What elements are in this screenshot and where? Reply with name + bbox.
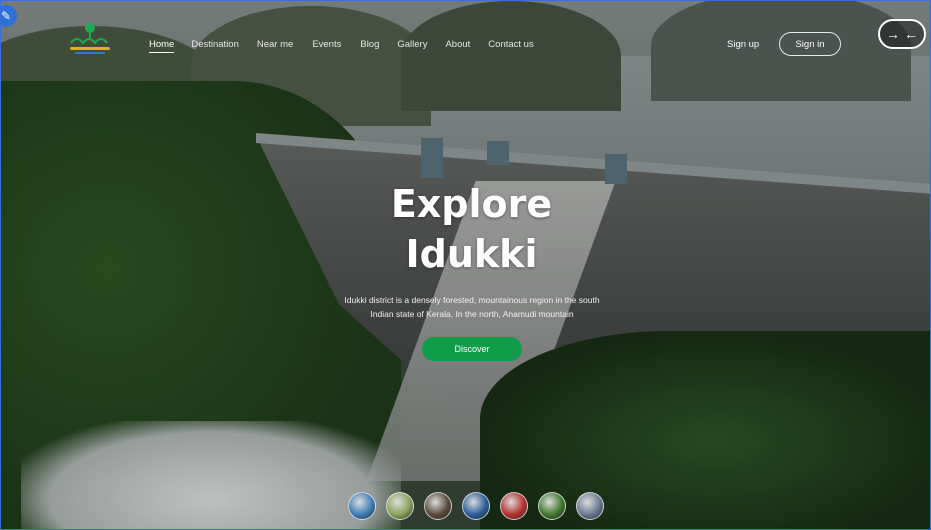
nav-blog[interactable]: Blog xyxy=(360,39,379,53)
thumbnail-1[interactable] xyxy=(348,492,376,520)
nav-home[interactable]: Home xyxy=(149,39,175,53)
page-frame: ✎ Home Destination Near me Events Blog G… xyxy=(0,0,931,530)
nav-near-me[interactable]: Near me xyxy=(257,39,293,53)
layout-toggle-button[interactable]: → ← xyxy=(878,19,926,49)
nav-gallery[interactable]: Gallery xyxy=(397,39,427,53)
arrow-left-icon: ← xyxy=(904,26,918,42)
nav-about[interactable]: About xyxy=(445,39,470,53)
nav-destination[interactable]: Destination xyxy=(191,39,239,53)
hero-title-line1: Explore xyxy=(390,182,553,226)
nav-contact[interactable]: Contact us xyxy=(488,39,533,53)
thumbnail-3[interactable] xyxy=(424,492,452,520)
thumbnail-4[interactable] xyxy=(462,492,490,520)
signup-link[interactable]: Sign up xyxy=(727,39,759,50)
thumbnail-6[interactable] xyxy=(538,492,566,520)
arrow-right-icon: → xyxy=(886,26,900,42)
hero-title: Explore Idukki xyxy=(1,179,930,279)
thumbnail-2[interactable] xyxy=(386,492,414,520)
signin-button[interactable]: Sign in xyxy=(779,32,841,56)
hero-title-line2: Idukki xyxy=(405,232,538,276)
nav-events[interactable]: Events xyxy=(312,39,341,53)
thumbnail-7[interactable] xyxy=(576,492,604,520)
discover-button[interactable]: Discover xyxy=(422,337,522,361)
main-nav: Home Destination Near me Events Blog Gal… xyxy=(149,39,534,53)
destination-thumbnails xyxy=(348,492,604,520)
thumbnail-5[interactable] xyxy=(500,492,528,520)
site-logo[interactable] xyxy=(65,21,115,57)
hero-description: Idukki district is a densely forested, m… xyxy=(344,295,600,319)
